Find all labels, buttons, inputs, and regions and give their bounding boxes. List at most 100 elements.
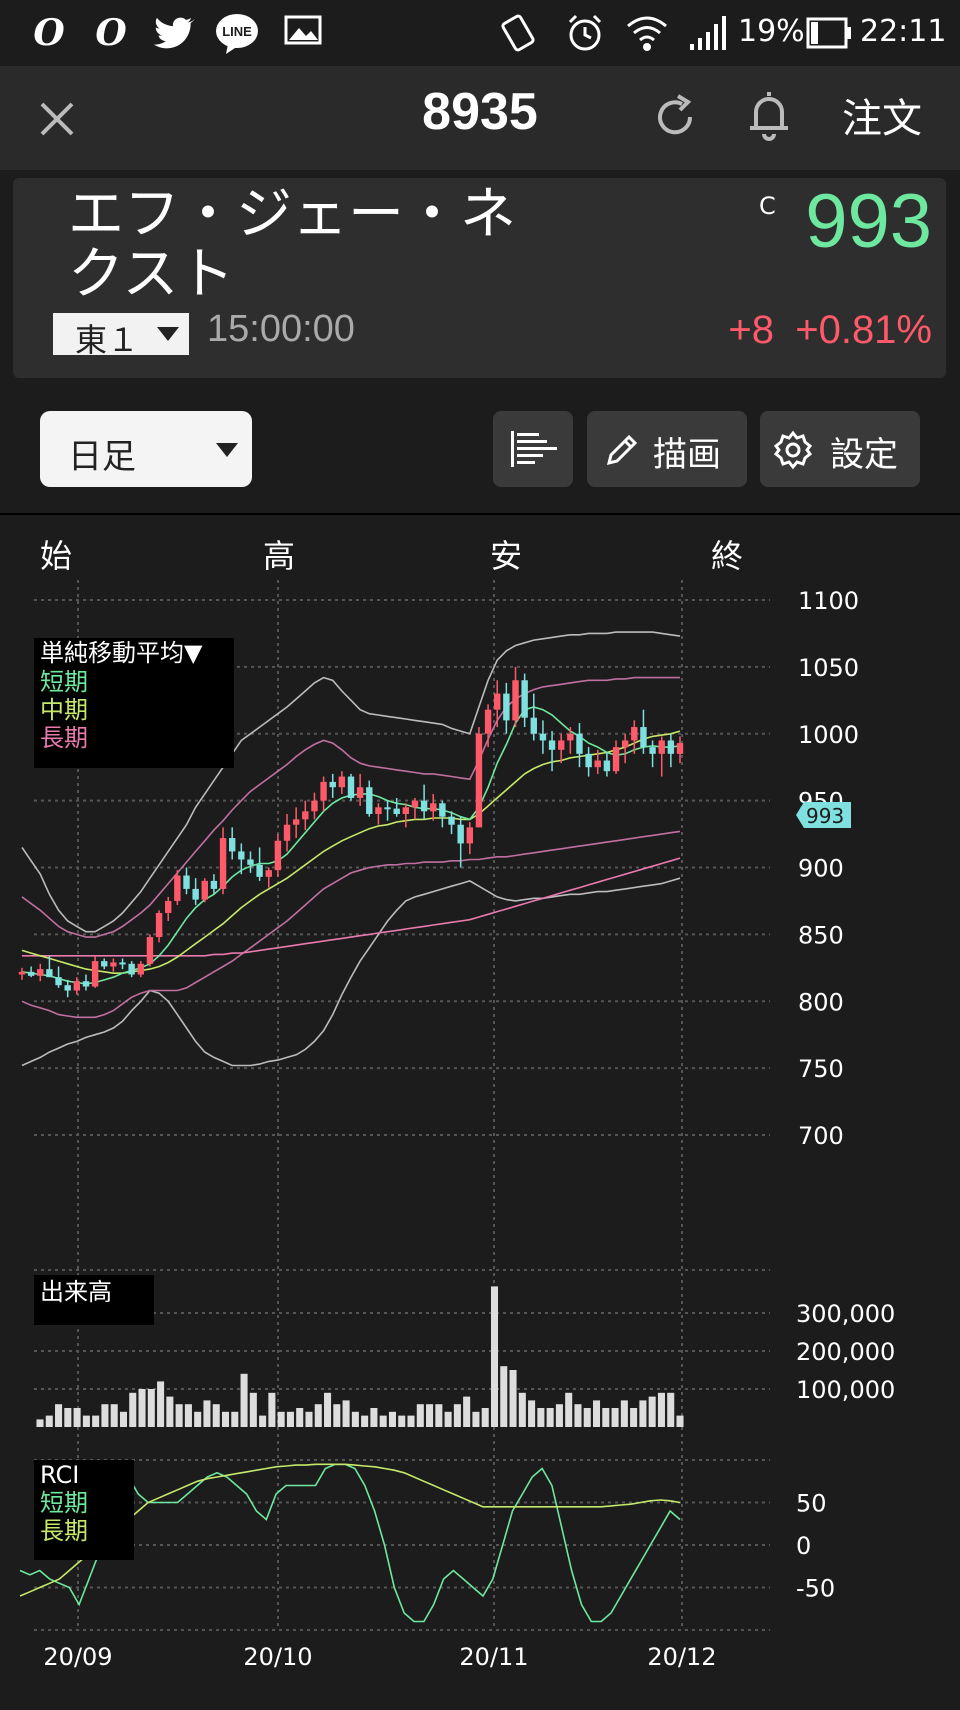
candle-body xyxy=(375,807,382,814)
signal-icon xyxy=(684,10,730,56)
line-icon-label: LINE xyxy=(222,24,252,39)
close-icon xyxy=(40,102,74,136)
volume-bar xyxy=(379,1415,387,1427)
candle-body xyxy=(658,740,665,754)
volume-bar xyxy=(333,1404,341,1427)
volume-bar xyxy=(444,1411,452,1427)
candle-body xyxy=(110,962,117,967)
candle-body xyxy=(219,838,227,889)
candle-body xyxy=(439,803,446,817)
candle-body xyxy=(82,981,90,987)
sma-legend-mid: 中期 xyxy=(40,696,88,724)
date-tick-label: 20/12 xyxy=(647,1643,716,1671)
candle-body xyxy=(91,961,99,987)
rotate-icon xyxy=(496,10,542,56)
board-toggle-button[interactable] xyxy=(493,411,573,487)
candle-body xyxy=(183,875,190,889)
candle-body xyxy=(265,870,272,877)
sma-legend-title[interactable]: 単純移動平均▼ xyxy=(40,639,203,667)
status-bar: O O LINE 19% 22:11 xyxy=(0,0,960,66)
candle-body xyxy=(585,753,592,768)
volume-bar xyxy=(453,1404,461,1427)
candle-body xyxy=(137,963,145,975)
candle-body xyxy=(384,807,391,810)
candle-body xyxy=(649,747,656,754)
quote-time: 15:00:00 xyxy=(207,308,355,350)
date-tick-label: 20/11 xyxy=(459,1643,528,1671)
date-tick-label: 20/10 xyxy=(243,1643,312,1671)
candle-body xyxy=(320,781,327,801)
chevron-down-icon xyxy=(157,327,179,341)
current-price: 993 xyxy=(805,179,932,264)
volume-bar xyxy=(555,1404,563,1427)
market-select[interactable]: 東１ xyxy=(53,313,189,359)
candle-body xyxy=(621,740,629,748)
candle-body xyxy=(64,985,71,991)
price-tick-label: 750 xyxy=(798,1055,844,1083)
price-tick-label: 800 xyxy=(798,988,844,1016)
volume-bar xyxy=(528,1400,536,1427)
opera-icon: O xyxy=(33,12,65,54)
volume-bar xyxy=(212,1404,220,1427)
draw-button-label: 描画 xyxy=(653,435,721,475)
candle-body xyxy=(210,880,218,889)
volume-bar xyxy=(194,1411,202,1427)
candle-body xyxy=(457,824,464,844)
candle-body xyxy=(640,727,647,748)
volume-legend-title: 出来高 xyxy=(40,1278,112,1306)
volume-bar xyxy=(416,1404,424,1427)
volume-bar xyxy=(119,1411,128,1427)
order-button[interactable]: 注文 xyxy=(842,86,922,144)
header-bar: 8935 注文 xyxy=(0,66,960,170)
clock: 22:11 xyxy=(860,14,947,49)
volume-bar xyxy=(435,1404,443,1427)
volume-bar xyxy=(166,1396,174,1427)
sma-legend-long: 長期 xyxy=(40,724,88,752)
chart-area[interactable]: 始 高 安 終 1100 1050 1000 950 900 850 800 750 700 30… xyxy=(0,515,960,1706)
candle-body xyxy=(46,969,53,978)
alarm-icon xyxy=(562,10,608,56)
candle-body xyxy=(329,781,336,788)
volume-bar xyxy=(286,1411,294,1427)
volume-bar xyxy=(463,1396,471,1427)
volume-bar xyxy=(147,1389,155,1427)
volume-bar xyxy=(64,1408,72,1427)
alert-button[interactable] xyxy=(744,86,794,144)
bar-list-icon xyxy=(511,431,557,467)
rci-legend-title: RCI xyxy=(40,1461,79,1489)
price-tick-label: 900 xyxy=(798,855,844,883)
volume-bar xyxy=(667,1392,675,1427)
settings-button[interactable]: 設定 xyxy=(760,411,920,487)
price-tick-label: 850 xyxy=(798,921,844,949)
volume-bar xyxy=(110,1404,118,1427)
candle-body xyxy=(512,680,519,721)
candle-body xyxy=(165,900,172,913)
draw-button[interactable]: 描画 xyxy=(587,411,747,487)
candle-body xyxy=(631,727,638,741)
rci-legend-long: 長期 xyxy=(40,1517,88,1545)
candle-body xyxy=(347,776,355,798)
volume-bar xyxy=(361,1415,369,1427)
candle-body xyxy=(174,875,181,901)
image-icon xyxy=(280,10,326,56)
chart-canvas[interactable]: 始 高 安 終 11001050100095090085080075070030… xyxy=(0,515,960,1706)
date-tick-label: 20/09 xyxy=(43,1643,112,1671)
volume-bar xyxy=(324,1392,332,1427)
volume-bar xyxy=(407,1415,415,1427)
settings-button-label: 設定 xyxy=(830,435,898,475)
volume-bar xyxy=(611,1408,619,1427)
close-button[interactable] xyxy=(32,94,82,144)
candle-body xyxy=(521,680,528,718)
opera-icon: O xyxy=(95,12,127,54)
volume-bar xyxy=(101,1404,109,1427)
refresh-button[interactable] xyxy=(650,90,700,144)
gear-icon xyxy=(773,430,813,470)
stock-summary-card: エフ・ジェー・ネ クスト 東１ 15:00:00 C 993 +8 +0.81% xyxy=(13,178,946,378)
candle-body xyxy=(494,693,501,710)
volume-bar xyxy=(509,1370,517,1427)
candle-body xyxy=(201,880,208,900)
candle-body xyxy=(676,743,684,754)
period-select[interactable]: 日足 xyxy=(40,411,252,487)
candle-body xyxy=(402,807,410,814)
price-tick-label: 700 xyxy=(798,1122,844,1150)
